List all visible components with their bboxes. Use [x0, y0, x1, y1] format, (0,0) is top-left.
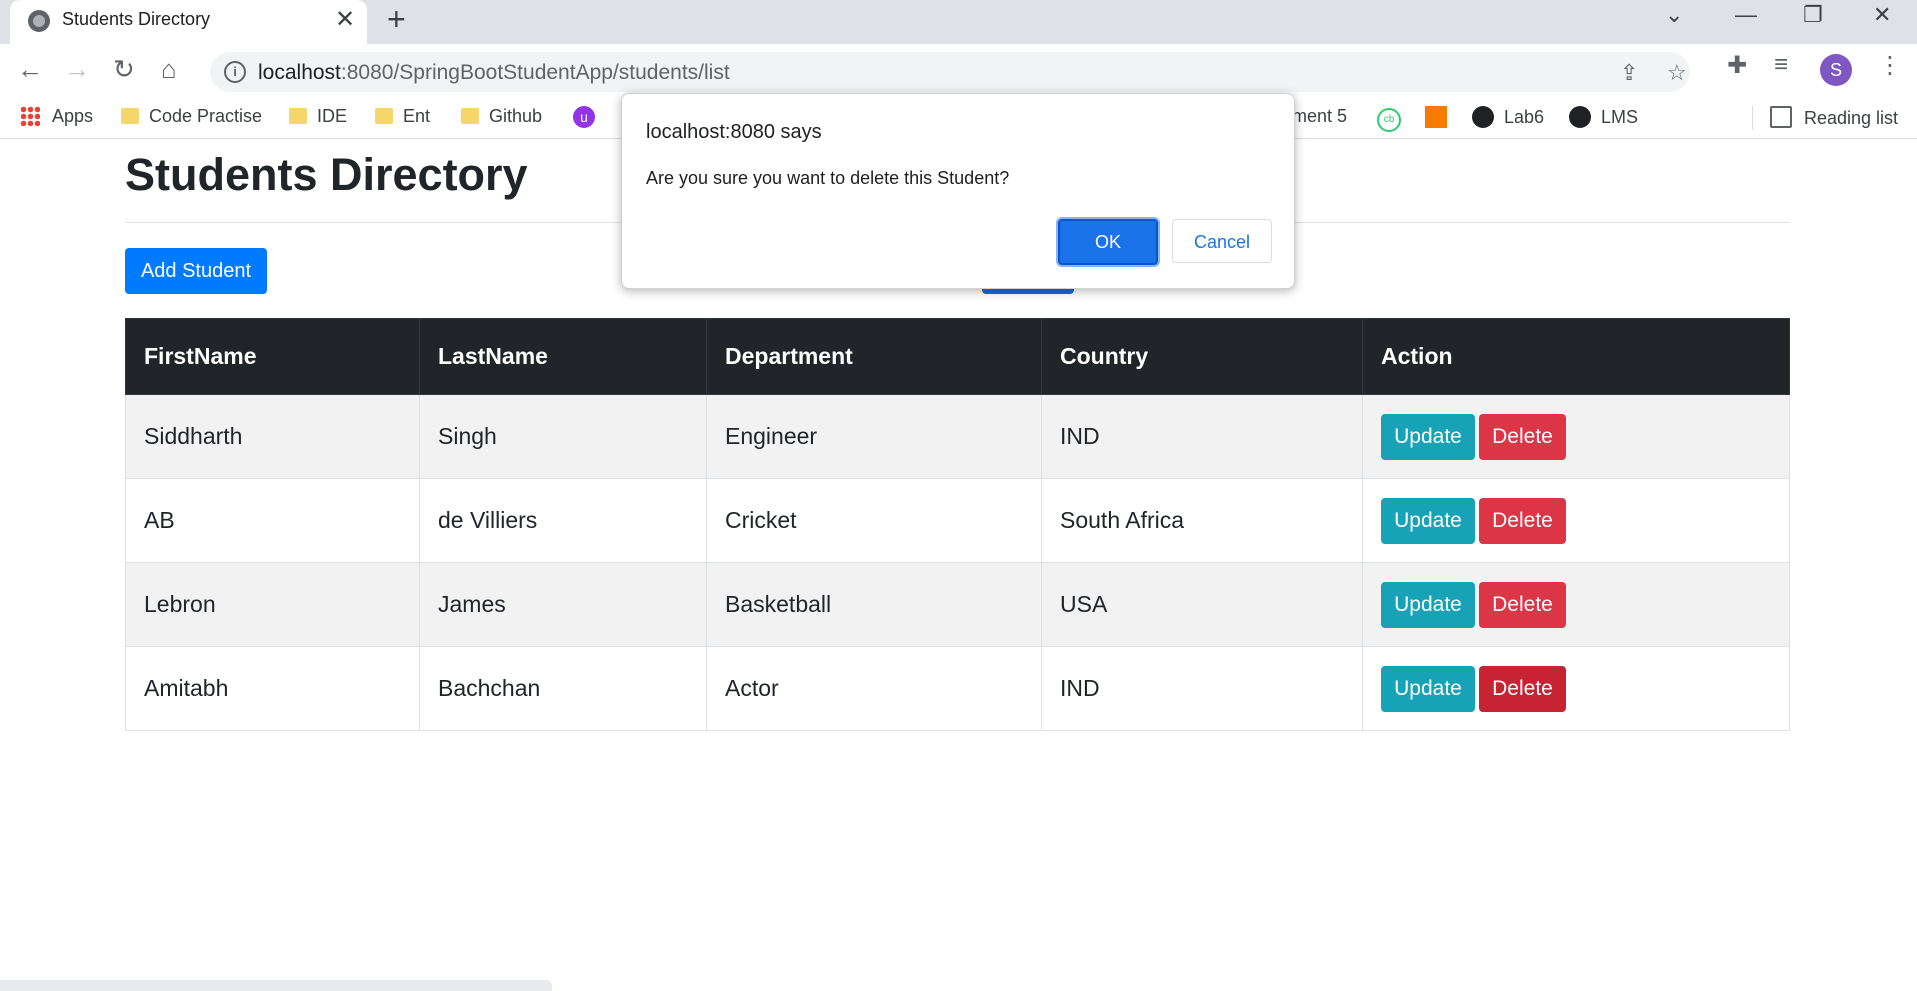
bookmark-lms[interactable]: LMS	[1569, 106, 1638, 128]
cell-firstname: AB	[125, 478, 420, 563]
bookmark-star-icon[interactable]: ☆	[1667, 60, 1687, 86]
cell-action: Update Delete	[1362, 562, 1790, 647]
cell-lastname: James	[419, 562, 707, 647]
cell-country: IND	[1041, 394, 1363, 479]
url-text[interactable]: localhost:8080/SpringBootStudentApp/stud…	[258, 61, 730, 85]
confirm-dialog: localhost:8080 says Are you sure you wan…	[621, 93, 1295, 289]
folder-icon	[461, 108, 479, 124]
cell-department: Engineer	[706, 394, 1042, 479]
update-button[interactable]: Update	[1381, 581, 1475, 628]
header-firstname: FirstName	[125, 318, 420, 395]
cell-action: Update Delete	[1362, 394, 1790, 479]
profile-avatar[interactable]: S	[1820, 54, 1852, 86]
update-button[interactable]: Update	[1381, 413, 1475, 460]
delete-button[interactable]: Delete	[1479, 413, 1566, 460]
cell-lastname: Singh	[419, 394, 707, 479]
update-button[interactable]: Update	[1381, 497, 1475, 544]
delete-button[interactable]: Delete	[1479, 665, 1566, 712]
tab-title: Students Directory	[62, 9, 211, 29]
bookmark-cb-icon[interactable]: cb	[1377, 106, 1401, 132]
reload-icon[interactable]: ↻	[113, 54, 135, 84]
minimize-icon[interactable]: —	[1735, 2, 1757, 28]
tab-strip: Students Directory ✕ + ⌄ — ❐ ✕	[0, 0, 1917, 44]
github-icon	[1569, 106, 1591, 128]
cell-lastname: de Villiers	[419, 478, 707, 563]
bookmark-apps[interactable]: Apps	[20, 106, 93, 127]
site-info-icon[interactable]: i	[224, 61, 246, 83]
cell-country: IND	[1041, 646, 1363, 731]
header-country: Country	[1041, 318, 1363, 395]
status-bar	[0, 980, 552, 991]
menu-icon[interactable]: ⋮	[1878, 51, 1902, 80]
cell-country: South Africa	[1041, 478, 1363, 563]
cancel-button[interactable]: Cancel	[1172, 219, 1272, 263]
table-row: Siddharth Singh Engineer IND Update Delet…	[125, 394, 1790, 479]
bookmark-ent[interactable]: Ent	[375, 106, 430, 127]
close-window-icon[interactable]: ✕	[1873, 2, 1891, 28]
close-tab-icon[interactable]: ✕	[335, 6, 355, 34]
bookmark-github[interactable]: Github	[461, 106, 542, 127]
address-bar[interactable]: i localhost:8080/SpringBootStudentApp/st…	[210, 52, 1690, 92]
forward-icon[interactable]: →	[64, 54, 90, 84]
restore-icon[interactable]: ❐	[1803, 2, 1823, 28]
dialog-message: Are you sure you want to delete this Stu…	[646, 168, 1010, 188]
tab-search-icon[interactable]: ⌄	[1665, 2, 1683, 28]
update-button[interactable]: Update	[1381, 665, 1475, 712]
globe-icon	[28, 10, 50, 32]
table-header-row: FirstName LastName Department Country Ac…	[125, 318, 1790, 395]
folder-icon	[121, 108, 139, 124]
bookmark-ide[interactable]: IDE	[289, 106, 347, 127]
table-row: Lebron James Basketball USA Update Delete	[125, 562, 1790, 647]
cell-department: Actor	[706, 646, 1042, 731]
cell-firstname: Siddharth	[125, 394, 420, 479]
cell-action: Update Delete	[1362, 478, 1790, 563]
dialog-title: localhost:8080 says	[646, 121, 822, 143]
apps-grid-icon	[20, 106, 40, 126]
ok-button[interactable]: OK	[1058, 219, 1158, 265]
cell-action: Update Delete	[1362, 646, 1790, 731]
browser-tab[interactable]: Students Directory ✕	[10, 0, 367, 44]
cell-firstname: Lebron	[125, 562, 420, 647]
share-icon[interactable]: ⇪	[1620, 60, 1638, 86]
cell-lastname: Bachchan	[419, 646, 707, 731]
folder-icon	[375, 108, 393, 124]
delete-button[interactable]: Delete	[1479, 581, 1566, 628]
bookmark-code-practise[interactable]: Code Practise	[121, 106, 262, 127]
media-queue-icon[interactable]: ≡	[1774, 51, 1788, 79]
browser-toolbar: ← → ↻ ⌂ i localhost:8080/SpringBootStude…	[0, 44, 1917, 98]
bookmark-u-icon[interactable]: u	[573, 106, 595, 128]
reading-list-icon	[1770, 106, 1792, 128]
table-row: AB de Villiers Cricket South Africa Upda…	[125, 478, 1790, 563]
bookmark-ment5[interactable]: ment 5	[1292, 106, 1347, 127]
folder-icon	[289, 108, 307, 124]
reading-list[interactable]: Reading list	[1770, 106, 1898, 129]
page-title: Students Directory	[125, 149, 528, 200]
header-action: Action	[1362, 318, 1790, 395]
cell-department: Cricket	[706, 478, 1042, 563]
table-row: Amitabh Bachchan Actor IND Update Delete	[125, 646, 1790, 731]
cell-department: Basketball	[706, 562, 1042, 647]
students-table: FirstName LastName Department Country Ac…	[125, 318, 1790, 731]
bookmark-orange-icon[interactable]	[1425, 106, 1447, 133]
bookmarks-separator	[1752, 106, 1753, 130]
header-lastname: LastName	[419, 318, 707, 395]
cell-firstname: Amitabh	[125, 646, 420, 731]
new-tab-icon[interactable]: +	[387, 3, 406, 35]
back-icon[interactable]: ←	[17, 54, 43, 84]
extensions-icon[interactable]: ✚	[1727, 51, 1747, 80]
home-icon[interactable]: ⌂	[161, 54, 177, 84]
github-icon	[1472, 106, 1494, 128]
cell-country: USA	[1041, 562, 1363, 647]
add-student-button[interactable]: Add Student	[125, 248, 267, 294]
bookmark-lab6[interactable]: Lab6	[1472, 106, 1544, 128]
delete-button[interactable]: Delete	[1479, 497, 1566, 544]
header-department: Department	[706, 318, 1042, 395]
